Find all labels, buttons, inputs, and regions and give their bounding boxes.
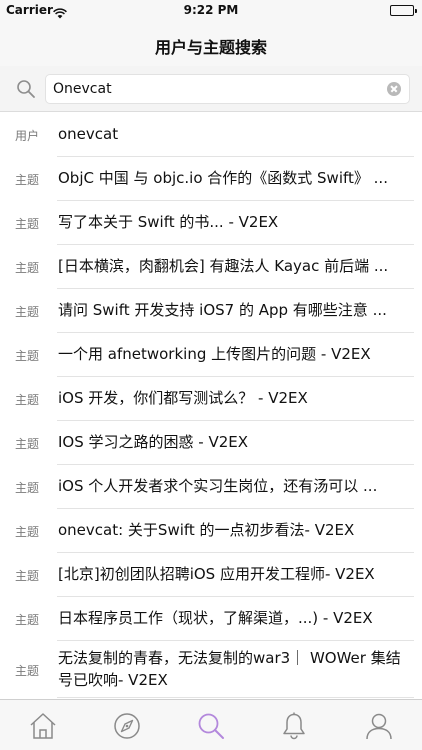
result-row-user[interactable]: 用户 onevcat xyxy=(0,113,422,157)
result-row-topic[interactable]: 主题 [日本横滨，肉翻机会] 有趣法人 Kayac 前后端 ... xyxy=(0,245,422,289)
result-title: ObjC 中国 与 objc.io 合作的《函数式 Swift》 ... xyxy=(58,169,388,187)
result-title: 日本程序员工作（现状，了解渠道，...) - V2EX xyxy=(58,609,373,627)
search-input[interactable] xyxy=(53,75,378,103)
result-row-topic[interactable]: 主题 一个用 afnetworking 上传图片的问题 - V2EX xyxy=(0,333,422,377)
result-title: onevcat xyxy=(58,125,119,143)
search-icon xyxy=(198,713,224,739)
result-title: 写了本关于 Swift 的书... - V2EX xyxy=(58,213,279,231)
clear-search-icon[interactable] xyxy=(387,82,401,96)
tab-discover[interactable] xyxy=(112,711,142,741)
result-kind-label: 主题 xyxy=(15,437,40,451)
search-field[interactable] xyxy=(45,74,410,104)
result-kind-label: 主题 xyxy=(15,569,40,583)
home-icon xyxy=(30,713,56,739)
compass-icon xyxy=(114,713,140,739)
result-kind-label: 主题 xyxy=(15,349,40,363)
result-kind-label: 主题 xyxy=(15,481,40,495)
result-title: 无法复制的青春，无法复制的war3｜ WOWer 集结号已吹响- V2EX xyxy=(58,649,401,689)
result-title: 一个用 afnetworking 上传图片的问题 - V2EX xyxy=(58,345,371,363)
result-kind-label: 主题 xyxy=(15,664,40,678)
search-icon xyxy=(16,79,36,103)
tab-bar xyxy=(0,699,422,750)
result-kind-label: 主题 xyxy=(15,261,40,275)
profile-icon xyxy=(366,713,392,740)
result-kind-label: 主题 xyxy=(15,525,40,539)
result-row-topic[interactable]: 主题 日本程序员工作（现状，了解渠道，...) - V2EX xyxy=(0,597,422,641)
result-row-topic[interactable]: 主题 无法复制的青春，无法复制的war3｜ WOWer 集结号已吹响- V2EX xyxy=(0,641,422,698)
result-row-topic[interactable]: 主题 [北京]初创团队招聘iOS 应用开发工程师- V2EX xyxy=(0,553,422,597)
battery-icon xyxy=(390,5,417,16)
result-title: IOS 学习之路的困惑 - V2EX xyxy=(58,433,249,451)
result-row-topic[interactable]: 主题 onevcat: 关于Swift 的一点初步看法- V2EX xyxy=(0,509,422,553)
result-row-topic[interactable]: 主题 请问 Swift 开发支持 iOS7 的 App 有哪些注意 ... xyxy=(0,289,422,333)
status-time: 9:22 PM xyxy=(183,3,239,17)
result-title: onevcat: 关于Swift 的一点初步看法- V2EX xyxy=(58,521,355,539)
result-title: [北京]初创团队招聘iOS 应用开发工程师- V2EX xyxy=(58,565,375,583)
navigation-bar: 用户与主题搜索 xyxy=(0,22,422,66)
result-kind-label: 主题 xyxy=(15,393,40,407)
tab-profile[interactable] xyxy=(364,711,394,741)
result-kind-label: 主题 xyxy=(15,305,40,319)
tab-search[interactable] xyxy=(196,711,226,741)
page-title: 用户与主题搜索 xyxy=(154,38,267,57)
result-kind-label: 主题 xyxy=(15,173,40,187)
status-bar: Carrier 9:22 PM xyxy=(0,0,422,22)
tab-home[interactable] xyxy=(28,711,58,741)
result-row-topic[interactable]: 主题 IOS 学习之路的困惑 - V2EX xyxy=(0,421,422,465)
search-bar xyxy=(0,66,422,112)
result-row-topic[interactable]: 主题 ObjC 中国 与 objc.io 合作的《函数式 Swift》 ... xyxy=(0,157,422,201)
result-row-topic[interactable]: 主题 写了本关于 Swift 的书... - V2EX xyxy=(0,201,422,245)
result-kind-label: 用户 xyxy=(15,129,40,143)
result-kind-label: 主题 xyxy=(15,613,40,627)
result-title: 请问 Swift 开发支持 iOS7 的 App 有哪些注意 ... xyxy=(58,301,387,319)
result-title: iOS 个人开发者求个实习生岗位，还有汤可以 ... xyxy=(58,477,378,495)
result-title: [日本横滨，肉翻机会] 有趣法人 Kayac 前后端 ... xyxy=(58,257,389,275)
tab-notifications[interactable] xyxy=(279,711,309,741)
search-results-list: 用户 onevcat 主题 ObjC 中国 与 objc.io 合作的《函数式 … xyxy=(0,113,422,699)
result-row-topic[interactable]: 主题 iOS 个人开发者求个实习生岗位，还有汤可以 ... xyxy=(0,465,422,509)
bell-icon xyxy=(283,712,305,740)
result-kind-label: 主题 xyxy=(15,217,40,231)
result-title: iOS 开发，你们都写测试么？ - V2EX xyxy=(58,389,308,407)
result-row-topic[interactable]: 主题 iOS 开发，你们都写测试么？ - V2EX xyxy=(0,377,422,421)
